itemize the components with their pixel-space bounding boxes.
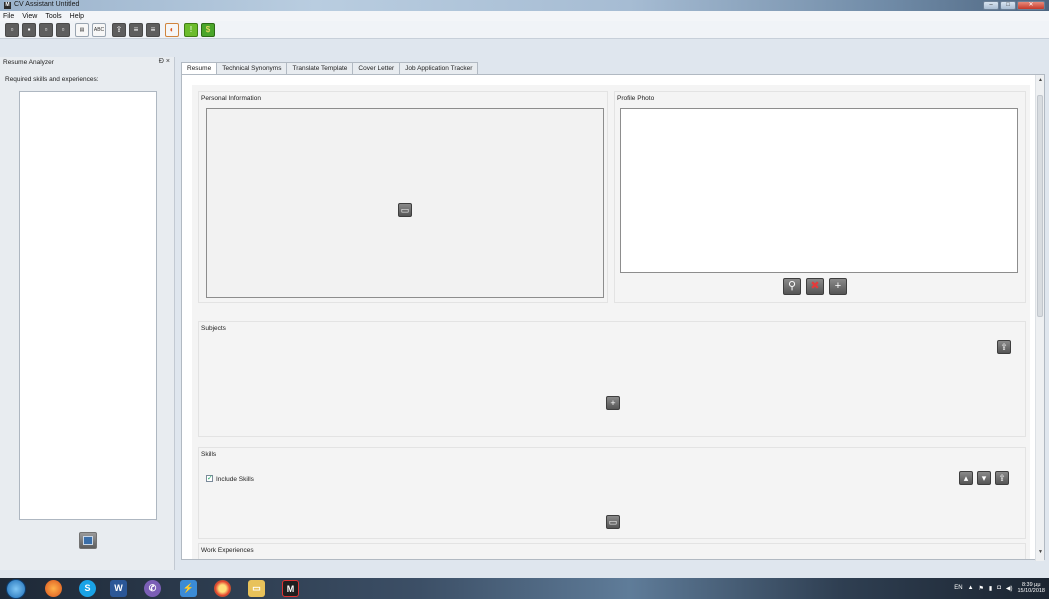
skills-title: Skills: [201, 451, 217, 458]
app-icon: M: [4, 2, 11, 9]
scroll-thumb[interactable]: [1037, 95, 1043, 317]
subjects-title: Subjects: [201, 325, 226, 332]
scroll-up-icon[interactable]: ▲: [1037, 77, 1044, 85]
analyze-button[interactable]: [79, 532, 97, 549]
window-controls: – □ ✕: [983, 1, 1045, 10]
resume-tab-content: Personal Information ▭ Profile Photo ⚲ ✖…: [181, 74, 1045, 561]
layout-icon[interactable]: ▤: [75, 23, 89, 37]
title-bar: M CV Assistant Untitled – □ ✕: [0, 0, 1049, 11]
clock[interactable]: 8:39 μμ 15/10/2018: [1017, 582, 1045, 594]
language-indicator[interactable]: EN: [954, 585, 962, 591]
edit-skills-button[interactable]: ▭: [606, 515, 620, 529]
personal-information-group: Personal Information ▭: [198, 91, 608, 303]
add-subject-button[interactable]: +: [606, 396, 620, 410]
money-icon[interactable]: $: [201, 23, 215, 37]
explorer-icon[interactable]: ▭: [248, 580, 265, 597]
remove-photo-button[interactable]: ✖: [806, 278, 824, 295]
cv-assistant-taskbar-icon[interactable]: M: [282, 580, 299, 597]
viber-icon[interactable]: ✆: [144, 580, 161, 597]
profile-photo-group: Profile Photo ⚲ ✖ +: [614, 91, 1026, 303]
tab-cover-letter[interactable]: Cover Letter: [352, 62, 401, 74]
info-icon[interactable]: !: [184, 23, 198, 37]
network-icon[interactable]: ▮: [989, 585, 992, 592]
skype-icon[interactable]: S: [79, 580, 96, 597]
chrome-icon[interactable]: [214, 580, 231, 597]
save-as-icon[interactable]: ▫: [56, 23, 70, 37]
menu-view[interactable]: View: [22, 13, 37, 20]
window-title: CV Assistant Untitled: [14, 1, 80, 8]
subjects-group: Subjects ⇪ +: [198, 321, 1026, 437]
include-skills-checkbox[interactable]: ✓: [206, 475, 213, 482]
skill-move-down-button[interactable]: ▾: [977, 471, 991, 485]
skills-export-button[interactable]: ⇪: [995, 471, 1009, 485]
tab-bar: Resume Technical Synonyms Translate Temp…: [181, 62, 479, 75]
work-experiences-group: Work Experiences: [198, 543, 1026, 559]
vertical-scrollbar[interactable]: ▲ ▼: [1035, 75, 1044, 561]
menu-file[interactable]: File: [3, 13, 14, 20]
required-skills-list[interactable]: [19, 91, 157, 520]
tab-technical-synonyms[interactable]: Technical Synonyms: [216, 62, 288, 74]
toolbar: ▫ ▪ ▫ ▫ ▤ ABC ⇪ ≡ ≡ ◐ ! $: [0, 21, 1049, 39]
menu-tools[interactable]: Tools: [45, 13, 61, 20]
list2-icon[interactable]: ≡: [146, 23, 160, 37]
volume-icon[interactable]: ◀): [1006, 585, 1013, 592]
app-icon-taskbar[interactable]: ⚡: [180, 580, 197, 597]
menu-help[interactable]: Help: [70, 13, 84, 20]
close-button[interactable]: ✕: [1017, 1, 1045, 10]
pdf-icon[interactable]: ◐: [165, 23, 179, 37]
minimize-button[interactable]: –: [983, 1, 999, 10]
profile-photo-preview: [620, 108, 1018, 273]
firefox-icon[interactable]: [45, 580, 62, 597]
menu-bar: File View Tools Help: [0, 11, 1049, 21]
resume-scroll-area: Personal Information ▭ Profile Photo ⚲ ✖…: [192, 85, 1030, 559]
maximize-button[interactable]: □: [1000, 1, 1016, 10]
include-skills-label: Include Skills: [216, 476, 254, 483]
dock-float-close-controls[interactable]: Ɖ ×: [159, 58, 170, 65]
add-photo-button[interactable]: +: [829, 278, 847, 295]
open-icon[interactable]: ▪: [22, 23, 36, 37]
start-button[interactable]: [6, 579, 26, 599]
personal-information-frame: ▭: [206, 108, 604, 298]
power-icon[interactable]: ◘: [997, 585, 1001, 591]
resume-analyzer-panel: Resume Analyzer Ɖ × Required skills and …: [0, 57, 175, 570]
windows-taskbar: S W ✆ ⚡ ▭ M EN ▲ ⚑ ▮ ◘ ◀) 8:39 μμ 15/10/…: [0, 578, 1049, 599]
tab-job-application-tracker[interactable]: Job Application Tracker: [399, 62, 479, 74]
dock-title: Resume Analyzer: [3, 59, 54, 66]
skill-move-up-button[interactable]: ▴: [959, 471, 973, 485]
word-icon[interactable]: W: [110, 580, 127, 597]
export-icon[interactable]: ⇪: [112, 23, 126, 37]
list-icon[interactable]: ≡: [129, 23, 143, 37]
flag-icon[interactable]: ⚑: [979, 585, 984, 592]
personal-information-title: Personal Information: [201, 95, 261, 102]
subjects-export-button[interactable]: ⇪: [997, 340, 1011, 354]
tab-translate-template[interactable]: Translate Template: [286, 62, 354, 74]
analyze-icon: [83, 536, 93, 545]
required-skills-label: Required skills and experiences:: [5, 76, 99, 83]
edit-personal-info-button[interactable]: ▭: [398, 203, 412, 217]
scroll-down-icon[interactable]: ▼: [1037, 549, 1044, 557]
work-experiences-title: Work Experiences: [201, 547, 254, 554]
spellcheck-icon[interactable]: ABC: [92, 23, 106, 37]
clock-date: 15/10/2018: [1017, 588, 1045, 594]
skills-group: Skills ✓ Include Skills ▴ ▾ ⇪ ▭: [198, 447, 1026, 539]
new-icon[interactable]: ▫: [5, 23, 19, 37]
save-icon[interactable]: ▫: [39, 23, 53, 37]
profile-photo-title: Profile Photo: [617, 95, 655, 102]
search-photo-button[interactable]: ⚲: [783, 278, 801, 295]
system-tray: EN ▲ ⚑ ▮ ◘ ◀) 8:39 μμ 15/10/2018: [954, 582, 1045, 594]
tray-arrow-icon[interactable]: ▲: [968, 585, 974, 591]
